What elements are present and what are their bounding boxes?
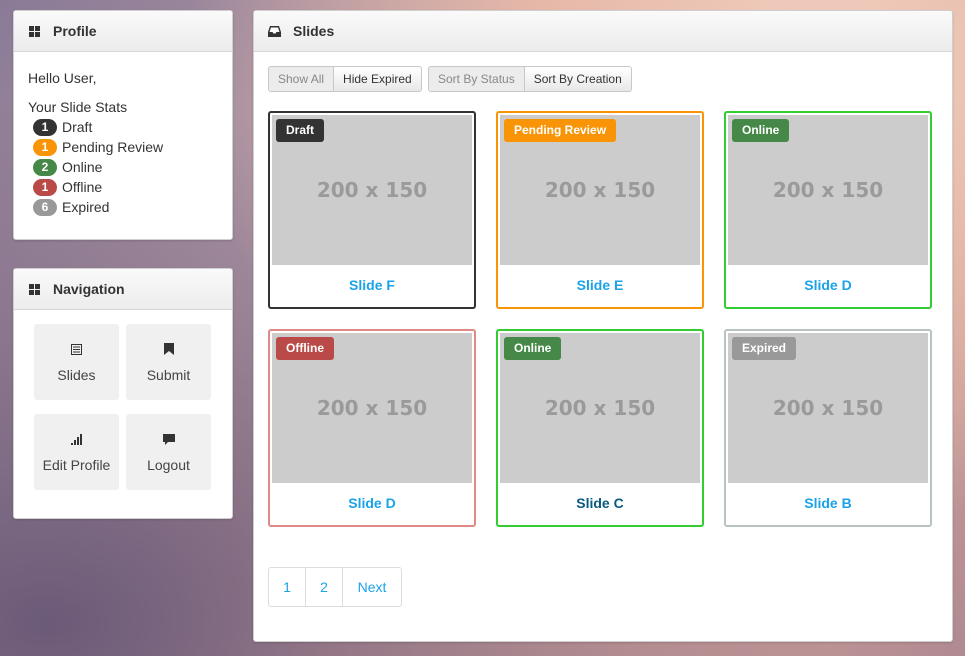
count-badge: 1 <box>33 138 57 156</box>
inbox-icon <box>268 25 281 38</box>
navigation-header: Navigation <box>14 269 232 310</box>
nav-tile-label: Submit <box>146 367 191 383</box>
nav-edit-profile-button[interactable]: Edit Profile <box>34 414 119 490</box>
bookmark-icon <box>163 341 174 357</box>
slide-title-link[interactable]: Slide C <box>498 495 702 511</box>
stat-expired: 6 Expired <box>33 197 218 217</box>
slides-panel: Slides Show All Hide Expired Sort By Sta… <box>253 10 953 642</box>
signal-icon <box>71 431 82 447</box>
stat-label: Draft <box>62 119 93 135</box>
nav-submit-button[interactable]: Submit <box>126 324 211 400</box>
comment-icon <box>162 431 175 447</box>
status-badge: Online <box>732 119 790 142</box>
slide-title-link[interactable]: Slide D <box>270 495 474 511</box>
next-page-link[interactable]: Next <box>343 568 401 606</box>
slide-card[interactable]: 200 x 150 Pending Review Slide E <box>496 111 704 309</box>
stat-online: 2 Online <box>33 157 218 177</box>
nav-tile-label: Slides <box>57 367 96 383</box>
status-badge: Expired <box>732 337 797 360</box>
slide-card[interactable]: 200 x 150 Offline Slide D <box>268 329 476 527</box>
hide-expired-button[interactable]: Hide Expired <box>334 66 422 92</box>
grid-icon <box>28 283 41 296</box>
stat-label: Online <box>62 159 103 175</box>
slide-card[interactable]: 200 x 150 Expired Slide B <box>724 329 932 527</box>
status-badge: Online <box>504 337 562 360</box>
stat-label: Expired <box>62 199 110 215</box>
stat-label: Pending Review <box>62 139 164 155</box>
stats-list: 1 Draft 1 Pending Review 2 Online 1 Offline … <box>33 117 218 217</box>
nav-slides-button[interactable]: Slides <box>34 324 119 400</box>
status-badge: Offline <box>276 337 334 360</box>
navigation-title: Navigation <box>53 281 125 297</box>
slide-title-link[interactable]: Slide D <box>726 277 930 293</box>
nav-logout-button[interactable]: Logout <box>126 414 211 490</box>
slide-title-link[interactable]: Slide F <box>270 277 474 293</box>
nav-tile-label: Logout <box>147 457 190 473</box>
filter-button-group: Show All Hide Expired <box>268 66 422 92</box>
slide-title-link[interactable]: Slide E <box>498 277 702 293</box>
nav-tile-label: Edit Profile <box>42 457 111 473</box>
sort-button-group: Sort By Status Sort By Creation <box>428 66 632 92</box>
profile-title: Profile <box>53 23 97 39</box>
slide-title-link[interactable]: Slide B <box>726 495 930 511</box>
count-badge: 6 <box>33 198 57 216</box>
stat-pending-review: 1 Pending Review <box>33 137 218 157</box>
stat-offline: 1 Offline <box>33 177 218 197</box>
stat-label: Offline <box>62 179 103 195</box>
status-badge: Pending Review <box>504 119 617 142</box>
show-all-button[interactable]: Show All <box>268 66 335 92</box>
list-icon <box>71 341 82 357</box>
profile-panel: Profile Hello User, Your Slide Stats 1 Dr… <box>13 10 233 240</box>
status-badge: Draft <box>276 119 325 142</box>
page-1-link[interactable]: 1 <box>269 568 306 606</box>
count-badge: 1 <box>33 178 57 196</box>
stats-heading: Your Slide Stats <box>28 99 128 115</box>
slide-card[interactable]: 200 x 150 Online Slide D <box>724 111 932 309</box>
slides-title: Slides <box>293 23 335 39</box>
sort-by-status-button[interactable]: Sort By Status <box>428 66 525 92</box>
grid-icon <box>28 25 41 38</box>
count-badge: 1 <box>33 118 57 136</box>
slides-header: Slides <box>254 11 952 52</box>
count-badge: 2 <box>33 158 57 176</box>
sort-by-creation-button[interactable]: Sort By Creation <box>524 66 632 92</box>
page-2-link[interactable]: 2 <box>306 568 343 606</box>
pagination: 1 2 Next <box>268 567 402 607</box>
slide-card[interactable]: 200 x 150 Online Slide C <box>496 329 704 527</box>
slide-card[interactable]: 200 x 150 Draft Slide F <box>268 111 476 309</box>
navigation-panel: Navigation Slides Submit Edit Profile Lo… <box>13 268 233 519</box>
profile-header: Profile <box>14 11 232 52</box>
stat-draft: 1 Draft <box>33 117 218 137</box>
greeting: Hello User, <box>28 70 97 86</box>
